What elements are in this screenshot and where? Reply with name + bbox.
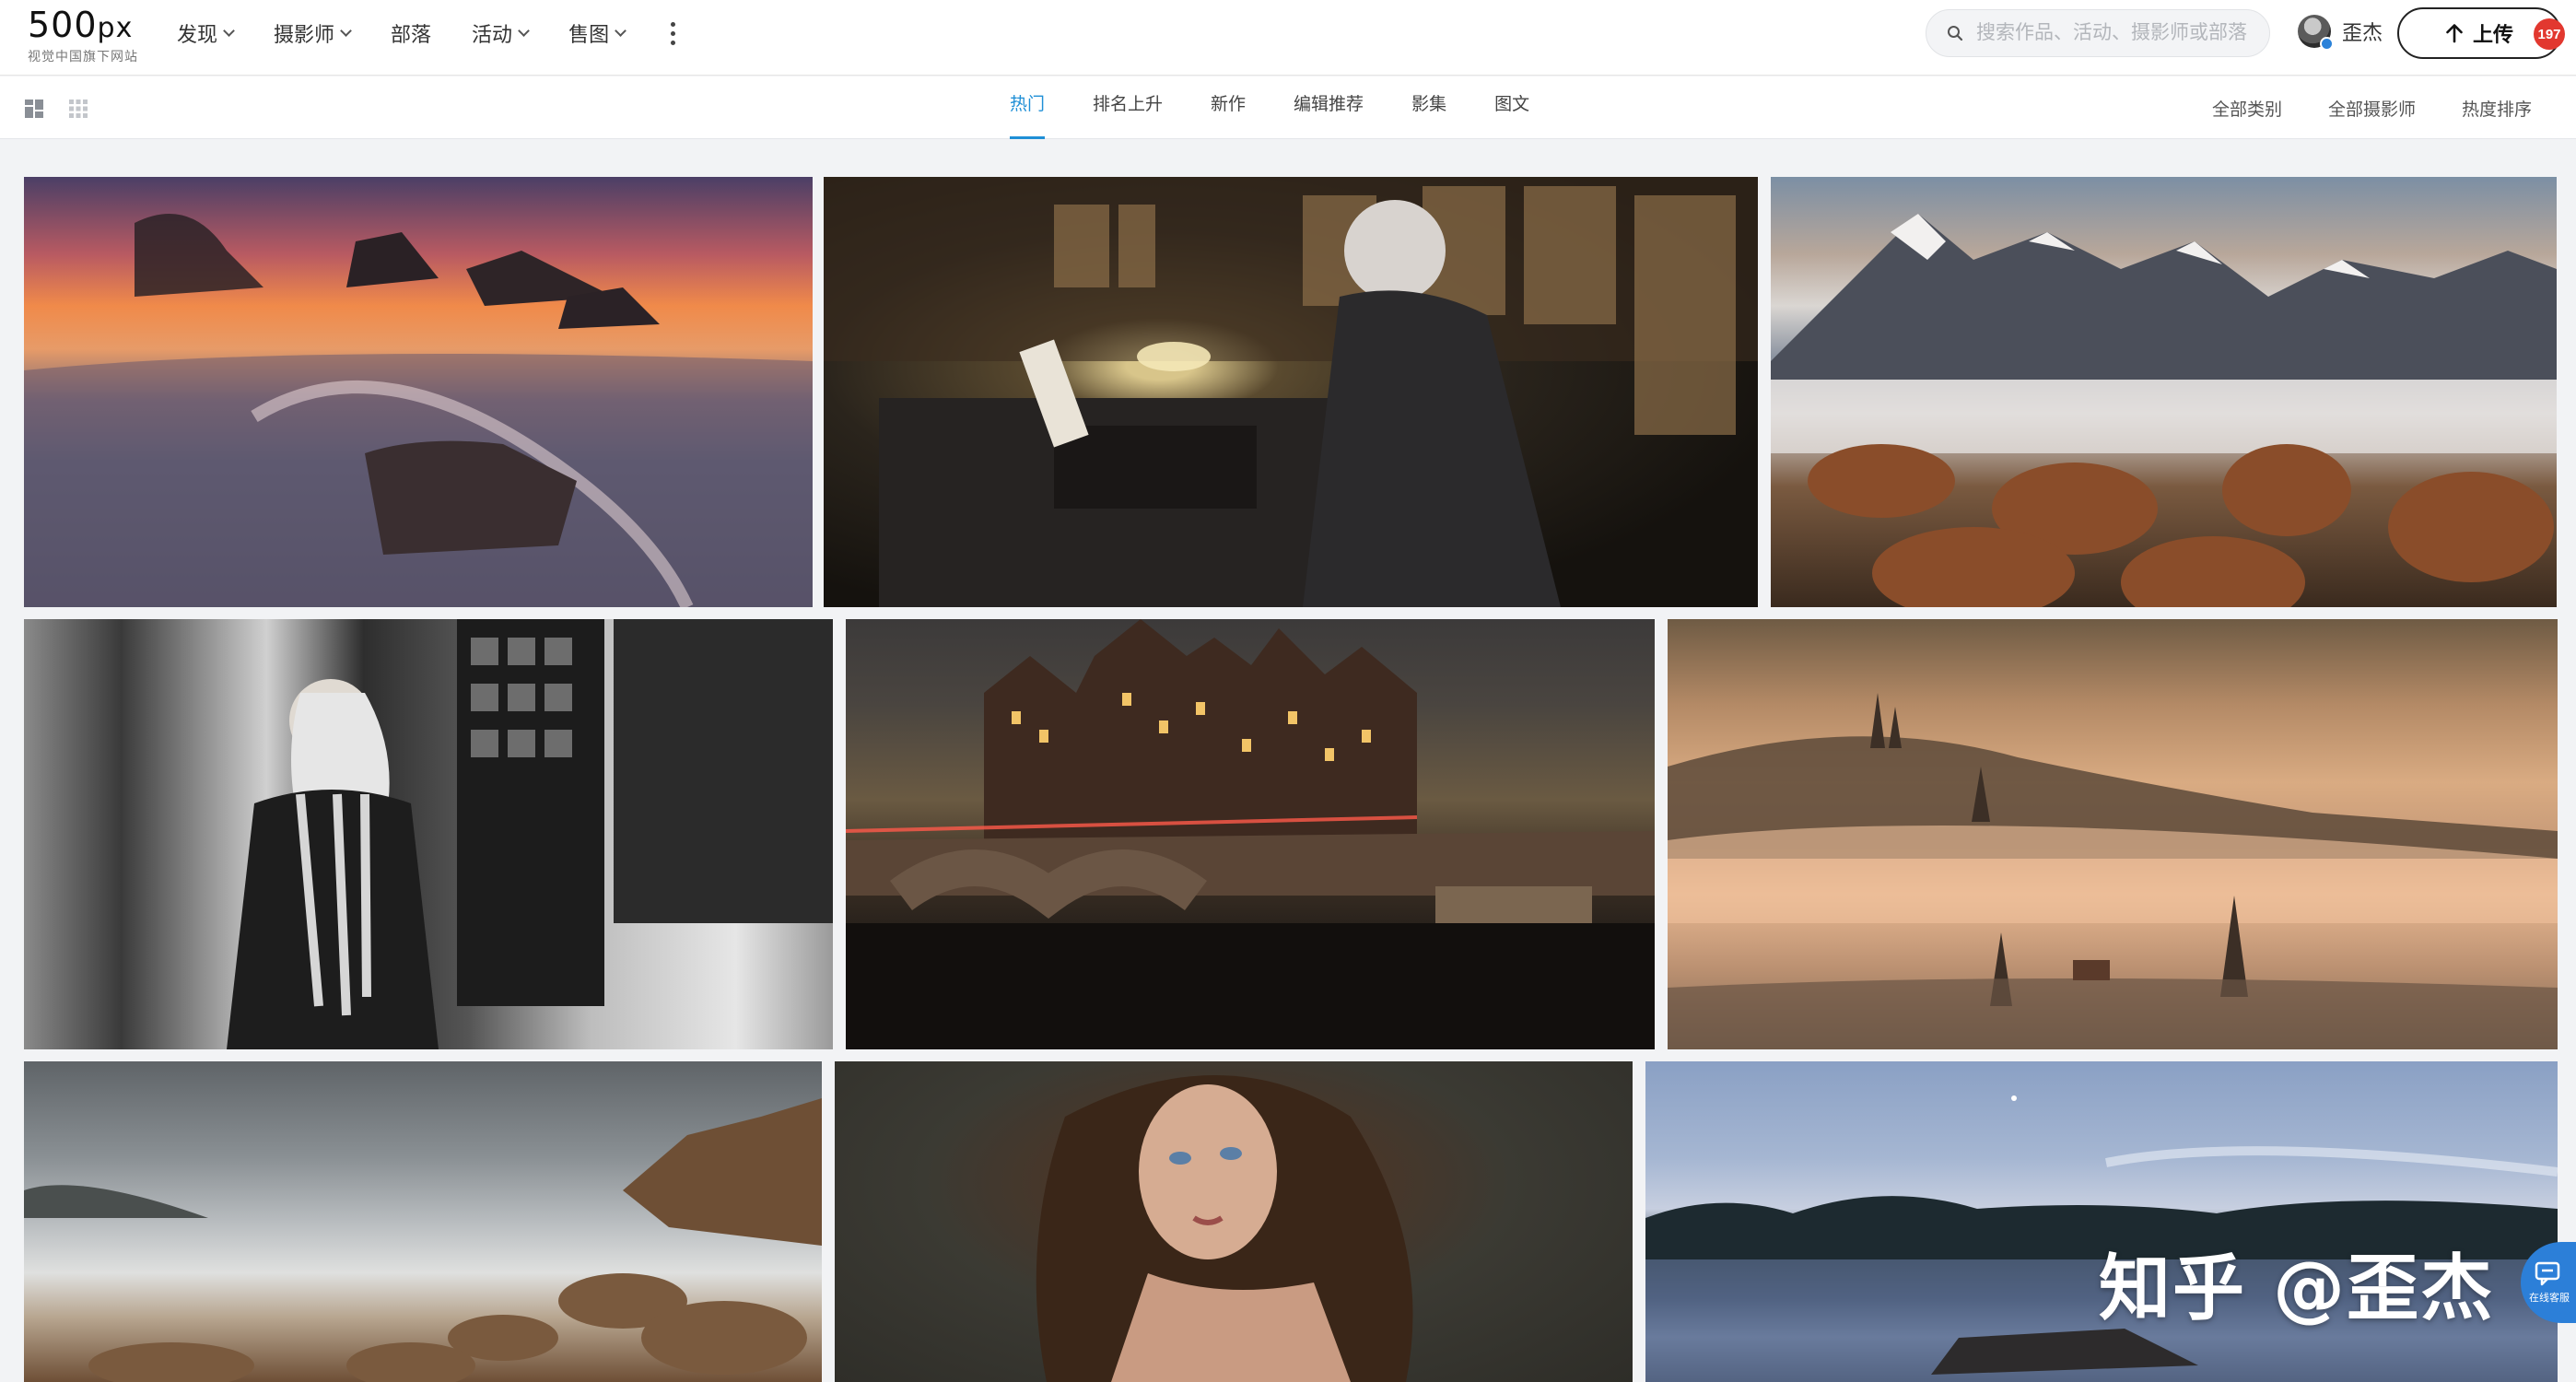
photo-image — [227, 619, 833, 1049]
tab-albums[interactable]: 影集 — [1411, 76, 1446, 139]
top-navigation-bar: 500px 视觉中国旗下网站 发现 摄影师 部落 活动 售图 搜索作品、活动、摄… — [0, 0, 2576, 76]
nav-item-label: 发现 — [177, 23, 218, 46]
grid-view-icon[interactable] — [68, 99, 88, 119]
chevron-down-icon — [340, 24, 352, 37]
photo-snowy-mountains[interactable] — [1771, 177, 2557, 607]
site-logo[interactable]: 500px 视觉中国旗下网站 — [28, 6, 147, 66]
view-mode-toggle — [24, 99, 88, 119]
nav-item-label: 摄影师 — [274, 23, 335, 46]
user-name: 歪杰 — [2342, 21, 2383, 44]
chevron-down-icon — [615, 24, 626, 37]
photo-stormy-coast[interactable] — [24, 1061, 822, 1382]
logo-main-text: 500 — [28, 5, 98, 45]
chat-icon — [2535, 1261, 2560, 1286]
watermark-text: 知乎 @歪杰 — [2099, 1247, 2495, 1330]
tab-popular[interactable]: 热门 — [1010, 76, 1046, 139]
photo-image — [24, 1098, 822, 1382]
photo-street-portrait-bw[interactable] — [24, 619, 833, 1049]
photo-foggy-hills[interactable] — [1668, 619, 2558, 1049]
nav-item-label: 部落 — [391, 23, 432, 46]
photo-image — [24, 214, 813, 607]
search-icon — [1948, 26, 1963, 41]
nav-item-label: 活动 — [472, 23, 513, 46]
photo-amsterdam-canal-night[interactable] — [846, 619, 1655, 1049]
photo-image — [846, 619, 1655, 1049]
filter-photographer[interactable]: 全部摄影师 — [2328, 96, 2416, 121]
filter-sort[interactable]: 热度排序 — [2462, 96, 2532, 121]
avatar — [2298, 15, 2334, 51]
photo-image — [824, 177, 1758, 607]
filter-category[interactable]: 全部类别 — [2212, 96, 2282, 121]
photo-image — [1036, 1075, 1413, 1382]
content-tabs: 热门 排名上升 新作 编辑推荐 影集 图文 — [1010, 76, 1529, 139]
photo-image — [1771, 214, 2557, 607]
upload-button-label: 上传 — [2472, 23, 2513, 46]
logo-tagline: 视觉中国旗下网站 — [28, 49, 138, 64]
logo-suffix-text: px — [97, 12, 134, 44]
arrow-up-icon — [2446, 24, 2463, 43]
nav-item-events[interactable]: 活动 — [472, 18, 530, 48]
notification-badge[interactable]: 197 — [2534, 18, 2565, 50]
nav-item-discover[interactable]: 发现 — [177, 18, 235, 48]
photo-image — [1668, 693, 2558, 1049]
search-box — [1926, 9, 2270, 57]
vertical-ellipsis-icon[interactable] — [665, 21, 681, 45]
online-support-label: 在线客服 — [2529, 1293, 2570, 1304]
chevron-down-icon — [518, 24, 530, 37]
nav-item-tribes[interactable]: 部落 — [391, 18, 431, 48]
sub-navigation-bar: 热门 排名上升 新作 编辑推荐 影集 图文 全部类别 全部摄影师 热度排序 — [0, 76, 2576, 139]
tab-stories[interactable]: 图文 — [1494, 76, 1529, 139]
filter-bar: 全部类别 全部摄影师 热度排序 — [2212, 76, 2532, 139]
tab-editors-choice[interactable]: 编辑推荐 — [1294, 76, 1364, 139]
user-menu[interactable]: 歪杰 — [2298, 15, 2383, 51]
verified-badge-icon — [2320, 37, 2334, 51]
photo-seascape-sunset[interactable] — [24, 177, 813, 607]
tab-rising[interactable]: 排名上升 — [1093, 76, 1163, 139]
search-input[interactable] — [1976, 22, 2253, 44]
photo-woman-portrait[interactable] — [835, 1061, 1633, 1382]
nav-item-sell-images[interactable]: 售图 — [568, 18, 626, 48]
nav-item-photographers[interactable]: 摄影师 — [274, 18, 352, 48]
main-nav: 发现 摄影师 部落 活动 售图 — [177, 0, 681, 66]
tab-new[interactable]: 新作 — [1211, 76, 1246, 139]
chevron-down-icon — [223, 24, 235, 37]
photo-writer-library[interactable] — [824, 177, 1758, 607]
masonry-view-icon[interactable] — [24, 99, 44, 119]
nav-item-label: 售图 — [568, 23, 610, 46]
